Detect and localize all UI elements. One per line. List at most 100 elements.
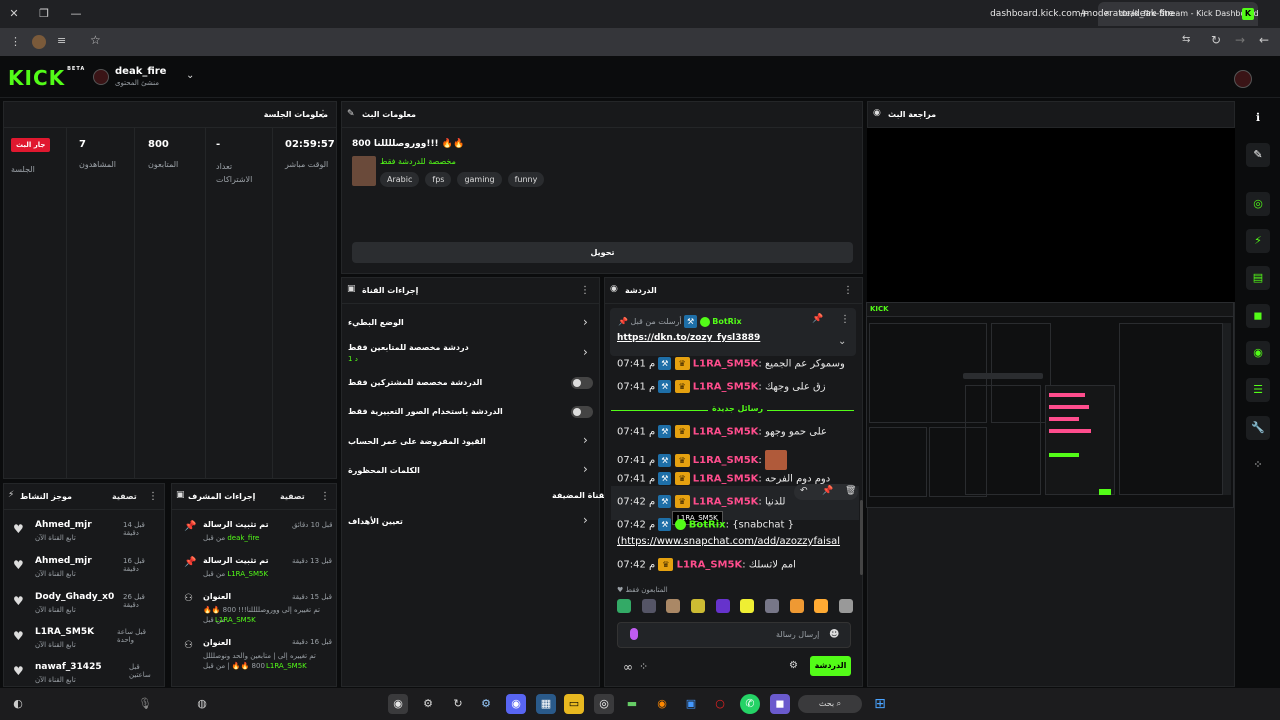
chevron-right-icon[interactable]: › bbox=[583, 433, 588, 447]
app-icon[interactable]: ◼ bbox=[770, 694, 790, 714]
emote-icon[interactable] bbox=[789, 599, 804, 613]
info-icon[interactable]: ℹ bbox=[1246, 106, 1270, 130]
reading-list-icon[interactable]: ≡ bbox=[57, 34, 66, 47]
expand-chevron-icon[interactable]: ⌄ bbox=[838, 336, 846, 347]
channel-switch-chevron-icon[interactable]: ⌄ bbox=[186, 70, 194, 81]
user-avatar[interactable] bbox=[1234, 70, 1252, 88]
bookmark-star-icon[interactable]: ☆ bbox=[90, 33, 101, 47]
goals-label[interactable]: تعيين الأهداف bbox=[348, 517, 403, 526]
filter-button[interactable]: تصفية bbox=[280, 484, 305, 510]
steam-icon[interactable]: ⚙ bbox=[476, 694, 496, 714]
chat-message[interactable]: 07:42 م ⚒ BotRix: {snabchat } bbox=[617, 518, 857, 536]
banned-words-label[interactable]: الكلمات المحظورة bbox=[348, 466, 420, 475]
opera-icon[interactable]: ○ bbox=[710, 694, 730, 714]
chat-icon[interactable]: ◼ bbox=[1246, 304, 1270, 328]
browser-menu-icon[interactable]: ⋮ bbox=[10, 35, 21, 48]
taskbar-search[interactable]: بحث ⌕ bbox=[798, 695, 862, 713]
preview-video[interactable]: KICK bbox=[866, 302, 1234, 508]
pinned-link[interactable]: https://dkn.to/zozy_fysl3889 bbox=[617, 333, 760, 343]
video-area[interactable] bbox=[867, 128, 1235, 302]
activity-user[interactable]: L1RA_SM5K bbox=[35, 627, 94, 637]
emote-icon[interactable] bbox=[641, 599, 656, 613]
category-name[interactable]: مخصصة للدردشة فقط bbox=[380, 157, 456, 166]
restore-window-icon[interactable]: ❐ bbox=[36, 6, 52, 22]
emote-icon[interactable] bbox=[740, 599, 755, 613]
chevron-right-icon[interactable]: › bbox=[583, 315, 588, 329]
activity-user[interactable]: nawaf_31425 bbox=[35, 662, 102, 672]
kick-logo[interactable]: KICK BETA bbox=[8, 66, 85, 90]
kebab-menu-icon[interactable]: ⋮ bbox=[146, 484, 160, 510]
chat-scrollbar[interactable] bbox=[860, 500, 863, 575]
microphone-icon[interactable] bbox=[630, 628, 638, 640]
unpin-icon[interactable]: 📌 bbox=[812, 314, 823, 324]
settings-icon[interactable]: ⚙ bbox=[418, 694, 438, 714]
terminal-icon[interactable]: ▬ bbox=[622, 694, 642, 714]
photos-icon[interactable]: ▦ bbox=[536, 694, 556, 714]
activity-user[interactable]: Dody_Ghady_x0 bbox=[35, 592, 114, 602]
account-age-label[interactable]: القيود المفروضة على عمر الحساب bbox=[348, 437, 486, 446]
network-icon[interactable]: ◍ bbox=[192, 694, 212, 714]
mod-action-by[interactable]: L1RA_SM5K bbox=[266, 662, 307, 670]
chat-message[interactable]: 07:41 م ⚒ ♛ L1RA_SM5K: وسموكر عم الجميع bbox=[617, 357, 857, 375]
refresh-app-icon[interactable]: ↻ bbox=[448, 694, 468, 714]
channel-avatar[interactable] bbox=[93, 69, 109, 85]
url-text[interactable]: dashboard.kick.com/moderator/deak-fire bbox=[990, 9, 1174, 19]
settings-gear-icon[interactable]: ⚙ bbox=[789, 660, 798, 671]
send-chat-button[interactable]: الدردشة bbox=[810, 656, 851, 676]
emote-icon[interactable] bbox=[690, 599, 705, 613]
kebab-menu-icon[interactable]: ⋮ bbox=[316, 102, 330, 128]
close-window-icon[interactable]: ✕ bbox=[6, 6, 22, 22]
emote-icon[interactable] bbox=[764, 599, 779, 613]
filter-button[interactable]: تصفية bbox=[112, 484, 137, 510]
chevron-right-icon[interactable]: › bbox=[583, 513, 588, 527]
windows-start-icon[interactable]: ⊞ bbox=[870, 694, 890, 714]
document-icon[interactable]: ▤ bbox=[1246, 266, 1270, 290]
emote-icon[interactable] bbox=[838, 599, 853, 613]
chrome-icon[interactable]: ◎ bbox=[594, 694, 614, 714]
edit-stream-button[interactable]: تحويل bbox=[352, 242, 853, 263]
kebab-menu-icon[interactable]: ⋮ bbox=[318, 484, 332, 510]
subs-only-toggle[interactable] bbox=[571, 377, 593, 389]
mod-action-by[interactable]: L1RA_SM5K bbox=[215, 616, 256, 624]
forward-icon[interactable]: → bbox=[1235, 33, 1245, 47]
emotes-only-toggle[interactable] bbox=[571, 406, 593, 418]
emote-icon[interactable] bbox=[814, 599, 829, 613]
chat-message[interactable]: 07:41 م ⚒ ♛ L1RA_SM5K: bbox=[617, 450, 857, 470]
reload-icon[interactable]: ↻ bbox=[1211, 33, 1221, 47]
back-icon[interactable]: ← bbox=[1259, 33, 1269, 47]
chevron-right-icon[interactable]: › bbox=[583, 345, 588, 359]
wrench-icon[interactable]: 🔧 bbox=[1246, 416, 1270, 440]
chat-message[interactable]: 07:42 م ♛ L1RA_SM5K: امم لاتسلك bbox=[617, 558, 857, 576]
panels-icon[interactable]: ☰ bbox=[1246, 378, 1270, 402]
activity-user[interactable]: Ahmed_mjr bbox=[35, 520, 92, 530]
pencil-icon[interactable]: ✎ bbox=[1246, 143, 1270, 167]
pinned-menu-icon[interactable]: ⋮ bbox=[840, 314, 850, 325]
app-icon[interactable]: ◉ bbox=[388, 694, 408, 714]
emote-icon[interactable] bbox=[715, 599, 730, 613]
lightning-icon[interactable]: ⚡ bbox=[1246, 229, 1270, 253]
broadcast-icon[interactable]: ◉ bbox=[1246, 341, 1270, 365]
discord-icon[interactable]: ◉ bbox=[506, 694, 526, 714]
followers-only-label[interactable]: دردشة مخصصة للمتابعين فقط bbox=[348, 343, 469, 352]
translate-icon[interactable]: ⇆ bbox=[1182, 34, 1190, 45]
dots-menu-icon[interactable]: ⁘ bbox=[639, 660, 648, 673]
apps-icon[interactable]: ⁘ bbox=[1246, 453, 1270, 477]
kebab-menu-icon[interactable]: ⋮ bbox=[841, 278, 855, 304]
whatsapp-icon[interactable]: ✆ bbox=[740, 694, 760, 714]
infinity-icon[interactable]: ∞ bbox=[623, 660, 633, 674]
notification-icon[interactable]: ◐ bbox=[8, 694, 28, 714]
emote-icon[interactable] bbox=[666, 599, 681, 613]
snapchat-link[interactable]: (https://www.snapchat.com/add/azozzyfais… bbox=[617, 536, 840, 547]
slow-mode-row[interactable]: الوضع البطيء bbox=[348, 318, 568, 346]
chat-message[interactable]: 07:41 م ⚒ ♛ L1RA_SM5K: زق على وجهك bbox=[617, 380, 857, 398]
firefox-icon[interactable]: ◉ bbox=[652, 694, 672, 714]
kebab-menu-icon[interactable]: ⋮ bbox=[578, 278, 592, 304]
preview-icon[interactable]: ◎ bbox=[1246, 192, 1270, 216]
profile-avatar[interactable] bbox=[32, 35, 46, 49]
store-icon[interactable]: ▣ bbox=[681, 694, 701, 714]
chevron-right-icon[interactable]: › bbox=[583, 462, 588, 476]
emote-icon[interactable] bbox=[617, 599, 631, 613]
reply-icon[interactable]: ↶ bbox=[800, 486, 808, 496]
minimize-window-icon[interactable]: — bbox=[68, 6, 84, 22]
chat-message[interactable]: 07:41 م ⚒ ♛ L1RA_SM5K: على حمو وجهو bbox=[617, 425, 857, 443]
